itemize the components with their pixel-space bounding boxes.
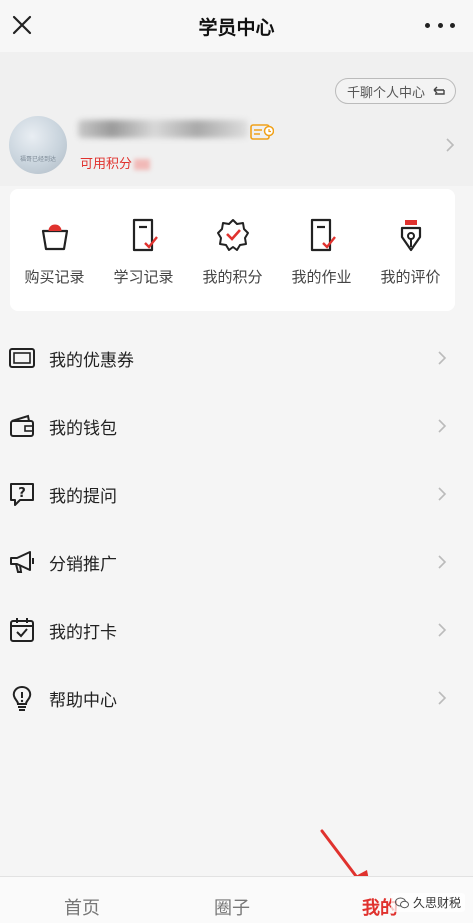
review-pen-icon	[400, 220, 421, 252]
quick-label: 学习记录	[113, 268, 174, 286]
quick-my-points[interactable]: 我的积分	[191, 217, 275, 287]
study-record-icon	[132, 218, 158, 252]
chevron-right-icon	[438, 623, 447, 637]
quick-study-records[interactable]: 学习记录	[102, 217, 186, 287]
top-bar: 学员中心	[0, 0, 473, 52]
tab-circle[interactable]: 圈子	[214, 894, 250, 920]
points-text: 可用积分	[80, 153, 151, 172]
chevron-right-icon	[438, 691, 447, 705]
menu-label: 我的提问	[49, 486, 117, 507]
menu-label: 帮助中心	[49, 690, 117, 711]
points-label: 可用积分	[80, 157, 133, 172]
chevron-right-icon	[446, 138, 455, 152]
menu-item-wallet[interactable]: 我的钱包	[0, 392, 473, 460]
wechat-icon	[394, 897, 409, 908]
question-icon: ?	[10, 483, 34, 506]
menu-label: 我的优惠券	[49, 350, 134, 371]
quick-my-homework[interactable]: 我的作业	[280, 217, 364, 287]
vip-card-icon	[250, 124, 274, 140]
chevron-right-icon	[438, 419, 447, 433]
avatar[interactable]: 福哥已经到达	[9, 116, 67, 174]
watermark-text: 久思财税	[412, 896, 461, 910]
quick-my-reviews[interactable]: 我的评价	[369, 217, 453, 287]
tab-home[interactable]: 首页	[64, 894, 100, 920]
menu-item-help[interactable]: 帮助中心	[0, 664, 473, 732]
chevron-right-icon	[438, 555, 447, 569]
menu-label: 我的打卡	[49, 622, 117, 643]
quick-actions-card: 购买记录 学习记录 我的积分 我的作业 我的评价	[10, 189, 455, 311]
wallet-icon	[10, 414, 34, 437]
points-badge-icon	[216, 219, 249, 251]
menu-item-coupons[interactable]: 我的优惠券	[0, 324, 473, 392]
close-icon[interactable]	[10, 13, 34, 37]
more-icon[interactable]	[425, 14, 455, 36]
megaphone-icon	[10, 551, 34, 573]
switch-label: 千聊个人中心	[346, 85, 425, 101]
homework-icon	[310, 218, 336, 252]
switch-personal-center-button[interactable]: 千聊个人中心	[334, 78, 456, 104]
menu-list: 我的优惠券 我的钱包 ? 我的提问 分销推广 我的打卡 帮助中心	[0, 324, 473, 732]
menu-item-questions[interactable]: ? 我的提问	[0, 460, 473, 528]
username-blurred	[78, 120, 248, 138]
menu-item-distribution[interactable]: 分销推广	[0, 528, 473, 596]
quick-label: 我的积分	[202, 268, 263, 286]
chevron-right-icon	[438, 351, 447, 365]
menu-label: 分销推广	[49, 554, 117, 575]
quick-label: 我的评价	[380, 268, 441, 286]
page-title: 学员中心	[198, 16, 275, 39]
switch-arrow-icon	[433, 86, 445, 95]
chevron-right-icon	[438, 487, 447, 501]
watermark: 久思财税	[390, 893, 465, 912]
profile-section[interactable]: 千聊个人中心 福哥已经到达 可用积分	[0, 52, 473, 186]
menu-item-checkin[interactable]: 我的打卡	[0, 596, 473, 664]
quick-label: 购买记录	[24, 268, 85, 286]
menu-label: 我的钱包	[49, 418, 117, 439]
avatar-caption: 福哥已经到达	[19, 156, 56, 163]
quick-label: 我的作业	[291, 268, 352, 286]
coupon-icon	[9, 348, 35, 368]
lightbulb-icon	[12, 685, 32, 711]
shopping-bag-icon	[41, 224, 68, 251]
quick-purchase-records[interactable]: 购买记录	[13, 217, 97, 287]
svg-text:?: ?	[18, 486, 26, 501]
calendar-check-icon	[10, 618, 34, 642]
